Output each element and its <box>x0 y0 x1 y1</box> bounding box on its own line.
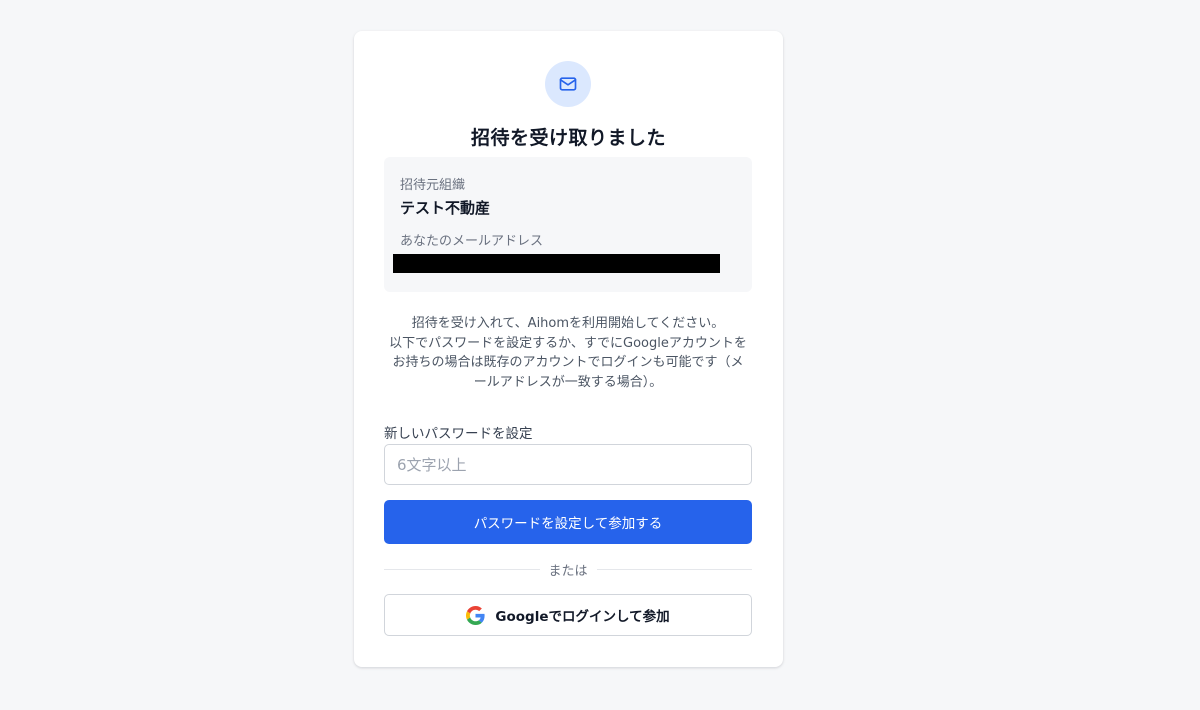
page-title: 招待を受け取りました <box>470 127 666 149</box>
mail-icon <box>559 77 577 91</box>
invite-info-box: 招待元組織 テスト不動産 あなたのメールアドレス [redacted] <box>384 157 752 292</box>
password-input[interactable] <box>384 444 752 485</box>
mail-icon-badge <box>545 61 591 107</box>
google-login-label: Googleでログインして参加 <box>495 609 670 625</box>
description-line: 招待を受け入れて、Aihomを利用開始してください。 <box>411 316 725 331</box>
description-line: ールアドレスが一致する場合）。 <box>473 374 663 390</box>
divider-text: または <box>548 563 588 579</box>
password-label: 新しいパスワードを設定 <box>384 426 533 442</box>
org-label: 招待元組織 <box>400 178 466 193</box>
description-line: お持ちの場合は既存のアカウントでログインも可能です（メ <box>392 355 744 370</box>
description-line: 以下でパスワードを設定するか、すでにGoogleアカウントを <box>389 335 747 351</box>
email-value-redacted: [redacted] <box>393 254 720 273</box>
divider-line-left <box>384 568 540 570</box>
set-password-join-button[interactable]: パスワードを設定して参加する <box>384 500 752 544</box>
invite-description: 招待を受け入れて、Aihomを利用開始してください。 以下でパスワードを設定する… <box>382 314 754 392</box>
invite-card: 招待を受け取りました 招待元組織 テスト不動産 あなたのメールアドレス [red… <box>354 31 783 667</box>
divider-line-right <box>596 568 753 570</box>
google-icon <box>466 605 486 625</box>
google-login-button[interactable]: Googleでログインして参加 <box>384 594 752 636</box>
or-divider: または <box>384 559 753 579</box>
org-name: テスト不動産 <box>400 199 491 217</box>
email-label: あなたのメールアドレス <box>400 234 544 249</box>
